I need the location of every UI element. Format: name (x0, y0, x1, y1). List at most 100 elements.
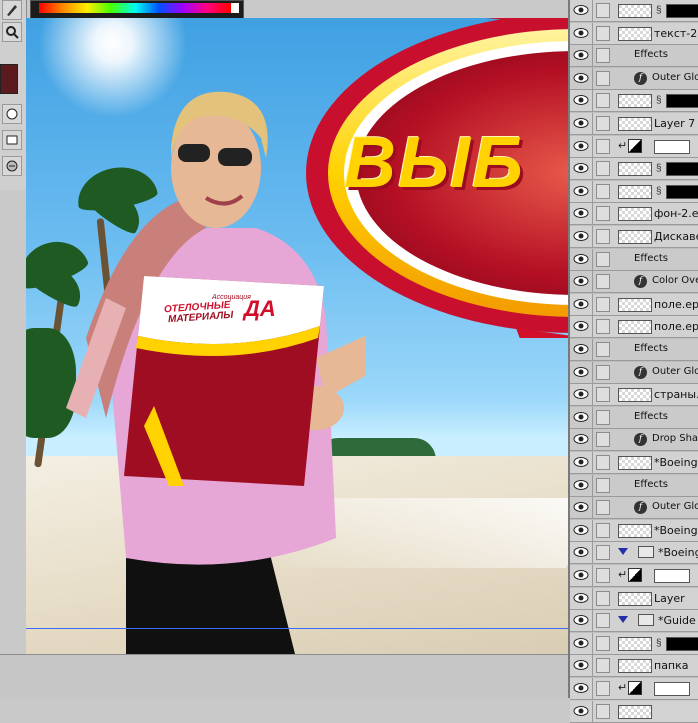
layer-mask-thumbnail[interactable] (666, 162, 698, 177)
imageready-icon[interactable] (2, 156, 22, 176)
link-toggle[interactable] (596, 613, 610, 629)
layer-row[interactable]: Effects (570, 406, 698, 429)
white-swatch[interactable] (231, 3, 239, 13)
link-toggle[interactable] (596, 70, 610, 86)
eye-icon[interactable] (573, 161, 589, 176)
layer-thumbnail[interactable] (618, 207, 652, 222)
link-toggle[interactable] (596, 477, 610, 493)
layer-mask-thumbnail[interactable] (654, 569, 690, 583)
effect-name[interactable]: Outer Glow (652, 501, 698, 512)
layer-name[interactable]: *Boeing co (654, 456, 698, 469)
eye-icon[interactable] (573, 252, 589, 267)
eye-icon[interactable] (573, 591, 589, 606)
layer-row[interactable]: Layer (570, 587, 698, 610)
quickmask-icon[interactable] (2, 104, 22, 124)
layer-row[interactable]: ↵ (570, 135, 698, 158)
spectrum-ramp[interactable] (39, 3, 231, 13)
link-toggle[interactable] (596, 658, 610, 674)
link-toggle[interactable] (596, 183, 610, 199)
layer-thumbnail[interactable] (618, 456, 652, 470)
link-toggle[interactable] (596, 48, 610, 64)
eye-icon[interactable] (573, 184, 589, 199)
layer-row[interactable]: § (570, 0, 698, 22)
layer-name[interactable]: папка (654, 659, 689, 672)
group-name[interactable]: *Boeing (658, 546, 698, 559)
eye-icon[interactable] (573, 116, 589, 131)
chain-icon[interactable]: § (656, 95, 662, 106)
link-toggle[interactable] (596, 25, 610, 41)
layer-row[interactable]: поле.ер (570, 316, 698, 339)
link-toggle[interactable] (596, 681, 610, 696)
link-toggle[interactable] (596, 635, 610, 651)
eye-icon[interactable] (573, 658, 589, 673)
layer-row[interactable]: § (570, 180, 698, 203)
layer-thumbnail[interactable] (618, 117, 652, 131)
effect-name[interactable]: Color Over (652, 275, 698, 286)
layer-name[interactable]: текст-2. (654, 27, 698, 40)
layer-row[interactable]: f Outer Glow (570, 67, 698, 90)
eye-icon[interactable] (573, 206, 589, 221)
link-toggle[interactable] (596, 3, 610, 18)
link-toggle[interactable] (596, 342, 610, 357)
layer-row[interactable]: Effects (570, 248, 698, 271)
link-toggle[interactable] (596, 455, 610, 470)
screenmode-icon[interactable] (2, 130, 22, 150)
layer-row[interactable]: Layer 7 (570, 113, 698, 135)
effect-name[interactable]: Outer Glow (652, 72, 698, 83)
link-toggle[interactable] (596, 387, 610, 403)
layer-row[interactable]: f Drop Shado (570, 429, 698, 452)
layer-row[interactable]: *Guide (570, 610, 698, 633)
link-toggle[interactable] (596, 522, 610, 538)
eye-icon[interactable] (573, 500, 589, 515)
layer-thumbnail[interactable] (618, 320, 652, 335)
expand-triangle-icon[interactable] (618, 616, 628, 624)
link-toggle[interactable] (596, 161, 610, 177)
layer-row[interactable]: Effects (570, 339, 698, 361)
chain-icon[interactable]: § (656, 163, 662, 174)
layer-row[interactable]: § (570, 158, 698, 181)
layer-row[interactable]: поле.ер (570, 293, 698, 316)
layer-row[interactable]: *Boeing co (570, 519, 698, 542)
layer-name[interactable]: Layer (654, 592, 685, 605)
eye-icon[interactable] (573, 387, 589, 402)
layer-name[interactable]: Layer 7 (654, 117, 695, 130)
layer-row[interactable]: фон-2.е (570, 203, 698, 226)
eye-icon[interactable] (573, 410, 589, 425)
layer-thumbnail[interactable] (618, 297, 652, 312)
eye-icon[interactable] (573, 48, 589, 63)
layer-mask-thumbnail[interactable] (666, 636, 698, 651)
eye-icon[interactable] (573, 274, 589, 289)
eye-icon[interactable] (573, 365, 589, 380)
link-toggle[interactable] (596, 116, 610, 131)
link-toggle[interactable] (596, 409, 610, 425)
link-toggle[interactable] (596, 703, 610, 719)
layer-row[interactable]: § (570, 632, 698, 655)
link-toggle[interactable] (596, 251, 610, 267)
layer-thumbnail[interactable] (618, 704, 652, 719)
layer-row[interactable]: ↵ (570, 678, 698, 700)
layer-row[interactable]: *Boeing co (570, 452, 698, 474)
layer-row[interactable]: Дискаве (570, 226, 698, 248)
eye-icon[interactable] (573, 297, 589, 312)
eye-icon[interactable] (573, 139, 589, 154)
layer-row[interactable]: § (570, 90, 698, 113)
link-toggle[interactable] (596, 229, 610, 244)
link-toggle[interactable] (596, 364, 610, 380)
zoom-icon[interactable] (2, 22, 22, 42)
link-toggle[interactable] (596, 206, 610, 222)
group-name[interactable]: *Guide (658, 614, 696, 627)
chain-icon[interactable]: § (656, 186, 662, 197)
link-toggle[interactable] (596, 545, 610, 561)
eye-icon[interactable] (573, 455, 589, 470)
layer-name[interactable]: поле.ер (654, 320, 698, 333)
chain-icon[interactable]: § (656, 5, 662, 16)
layer-row[interactable]: страны. (570, 384, 698, 407)
expand-triangle-icon[interactable] (618, 548, 628, 556)
layer-name[interactable]: фон-2.е (654, 207, 698, 220)
eye-icon[interactable] (573, 229, 589, 244)
layer-row[interactable]: папка (570, 655, 698, 678)
eye-icon[interactable] (573, 93, 589, 108)
layer-thumbnail[interactable] (618, 388, 652, 403)
layer-mask-thumbnail[interactable] (654, 682, 690, 696)
layer-mask-thumbnail[interactable] (666, 4, 698, 18)
